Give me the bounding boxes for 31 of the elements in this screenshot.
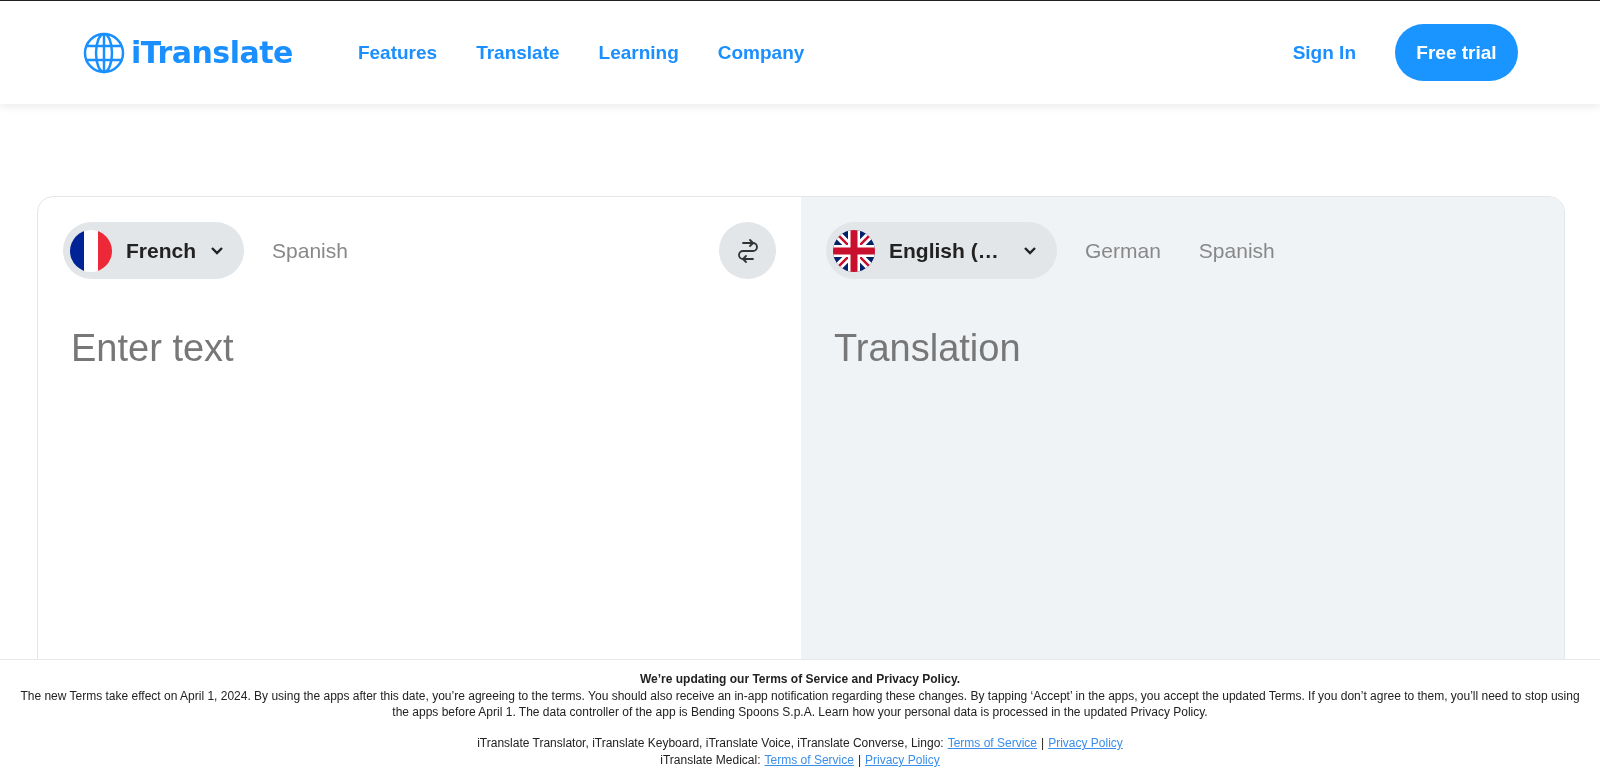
chevron-down-icon bbox=[210, 246, 224, 255]
product-list: iTranslate Medical: bbox=[660, 752, 761, 769]
free-trial-button[interactable]: Free trial bbox=[1395, 24, 1518, 81]
source-text-field[interactable]: Enter text bbox=[63, 327, 776, 387]
language-option[interactable]: German bbox=[1075, 238, 1171, 263]
globe-icon bbox=[83, 31, 125, 74]
swap-languages-button[interactable] bbox=[719, 222, 776, 279]
policy-link[interactable]: Terms of Service bbox=[947, 735, 1037, 752]
nav-link[interactable]: Learning bbox=[598, 41, 679, 64]
translation-output-field[interactable]: Translation bbox=[826, 327, 1539, 370]
french-flag-icon bbox=[70, 229, 112, 272]
policy-link[interactable]: Privacy Policy bbox=[1048, 735, 1123, 752]
nav-link[interactable]: Translate bbox=[476, 41, 560, 64]
language-option[interactable]: Spanish bbox=[262, 238, 358, 263]
sign-in-link[interactable]: Sign In bbox=[1292, 41, 1356, 64]
language-option[interactable]: Spanish bbox=[1188, 238, 1285, 263]
language-dropdown[interactable]: French bbox=[63, 222, 244, 279]
product-list: iTranslate Translator, iTranslate Keyboard, iTranslate Voice, iTranslate Converse, Lingo: bbox=[477, 735, 944, 752]
logo-wordmark[interactable]: iTranslate bbox=[131, 35, 293, 70]
chevron-down-icon bbox=[1023, 246, 1037, 255]
policy-link[interactable]: Privacy Policy bbox=[865, 752, 940, 769]
uk-flag-icon bbox=[833, 229, 875, 272]
language-dropdown[interactable]: English (… bbox=[826, 222, 1057, 279]
swap-icon bbox=[737, 238, 758, 263]
link-separator: | bbox=[1041, 735, 1045, 752]
nav-link[interactable]: Features bbox=[357, 41, 438, 64]
policy-link[interactable]: Terms of Service bbox=[764, 752, 854, 769]
link-separator: | bbox=[857, 752, 862, 769]
notice-title: We’re updating our Terms of Service and Privacy Policy. bbox=[638, 672, 962, 686]
nav-link[interactable]: Company bbox=[717, 41, 805, 64]
notice-text: The new Terms take effect on April 1, 2024. By using the apps after this date, you’re agreeing to the terms. You should also receive an in-app notification regarding these changes. By tapping ‘Accept’ in the apps, you accept the updated Terms. If you don’t agree to them, you’ll need to stop using the apps before April 1. The data controller of the app is Bending Spoons S.p.A. Learn how your personal data is processed in the updated Privacy Policy. bbox=[19, 688, 1581, 720]
